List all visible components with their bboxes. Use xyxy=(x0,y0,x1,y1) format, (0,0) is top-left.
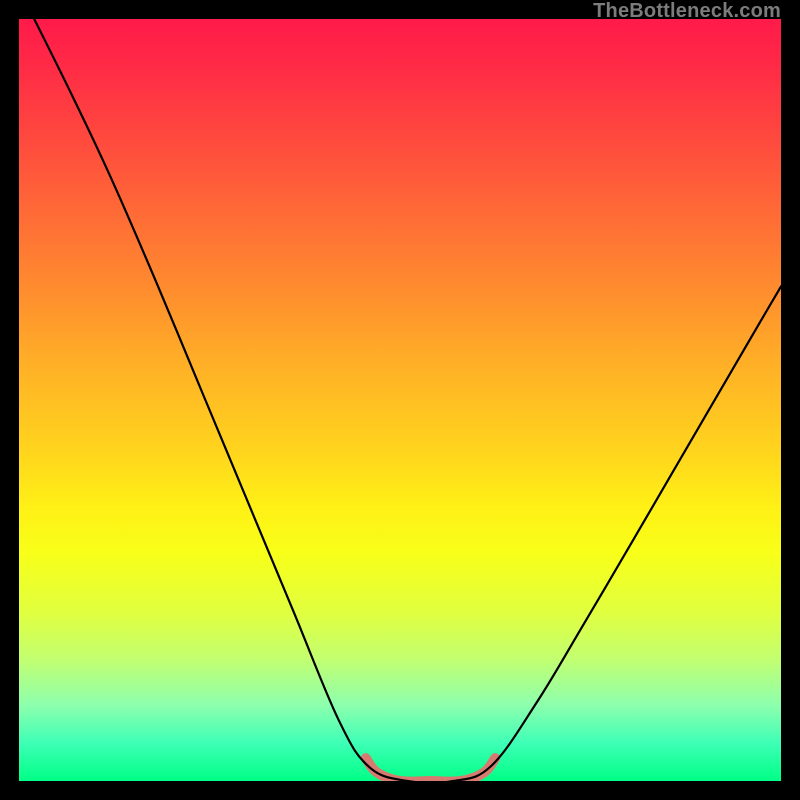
chart-frame: TheBottleneck.com xyxy=(0,0,800,800)
curve-layer xyxy=(19,19,781,781)
bottleneck-curve xyxy=(34,19,781,781)
plot-area xyxy=(19,19,781,781)
